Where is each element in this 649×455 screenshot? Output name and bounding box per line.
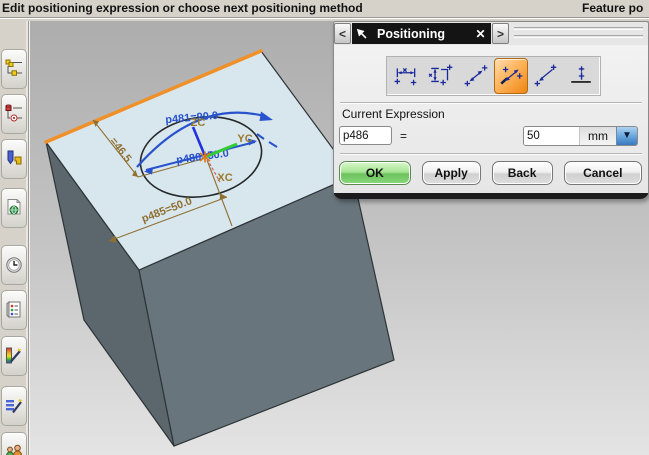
grip-line [514,27,643,30]
dialog-title: Positioning [377,26,446,41]
yc-axis-label: YC [237,133,252,145]
dialog-title-bar[interactable]: < Positioning ✕ > [334,23,509,44]
sidebar-item-part-navigator[interactable] [1,94,27,134]
part-navigator-icon [5,104,22,122]
separator [340,102,642,104]
zc-axis-label: ZC [191,117,206,129]
ok-button[interactable]: OK [339,161,411,185]
positioning-method-panel [386,56,601,96]
status-right-label: Feature po [582,1,644,15]
equals-sign: = [400,129,408,143]
unit-label: mm [579,127,616,145]
dialog-button-row: OK Apply Back Cancel [339,161,643,185]
sidebar-item-effects[interactable] [1,386,27,426]
roles-people-icon [6,444,22,455]
dialog-next-button[interactable]: > [492,23,509,44]
effects-icon [6,398,23,414]
xc-axis-label: XC [217,172,232,184]
method-horizontal[interactable] [389,58,423,94]
resource-sidebar [0,21,29,455]
sidebar-item-web-browser[interactable] [1,188,27,228]
expression-value-input[interactable] [524,127,579,145]
dialog-close-button[interactable]: ✕ [470,23,491,44]
method-perpendicular[interactable] [494,58,528,94]
method-point-onto-line[interactable] [564,58,598,94]
parallel-dimension-icon [464,65,488,87]
expression-name-input[interactable] [339,126,392,145]
point-onto-line-icon [571,66,591,83]
palettes-icon [6,301,21,318]
perpendicular-dimension-icon [500,66,523,85]
method-parallel[interactable] [459,58,493,94]
status-message: Edit positioning expression or choose ne… [2,1,363,15]
chevron-down-icon: ▼ [622,130,632,141]
sidebar-item-palettes[interactable] [1,290,27,330]
horizontal-dimension-icon [394,67,417,86]
current-expression-label: Current Expression [342,107,445,121]
apply-button[interactable]: Apply [421,161,481,185]
cancel-button[interactable]: Cancel [563,161,643,185]
sidebar-item-reuse-library[interactable] [1,139,27,179]
positioning-dialog: < Positioning ✕ > Current Expression p48… [333,21,649,199]
separator [340,153,642,155]
method-vertical[interactable] [424,58,458,94]
expression-value-group: mm ▼ [523,126,638,146]
dialog-title-group: Positioning ✕ [352,23,491,44]
select-cursor-icon [356,28,367,39]
dialog-prev-button[interactable]: < [334,23,351,44]
web-browser-icon [7,199,21,215]
sidebar-item-roles[interactable] [1,432,27,455]
reuse-library-icon [7,150,22,165]
dialog-body: Current Expression = mm ▼ OK Apply Back … [334,45,648,193]
sidebar-item-assembly-navigator[interactable] [1,49,27,89]
sidebar-item-visualization[interactable] [1,336,27,376]
status-bar: Edit positioning expression or choose ne… [0,0,649,18]
grip-line [514,35,643,38]
select-cursor-button[interactable] [352,23,371,44]
unit-dropdown-button[interactable]: ▼ [616,127,637,145]
method-point-onto-point[interactable] [529,58,563,94]
back-button[interactable]: Back [491,161,553,185]
point-onto-point-icon [534,64,557,87]
history-clock-icon [6,257,22,273]
sidebar-item-history[interactable] [1,245,27,285]
visualization-icon [6,347,22,364]
assembly-navigator-icon [5,59,22,76]
vertical-dimension-icon [428,64,453,86]
